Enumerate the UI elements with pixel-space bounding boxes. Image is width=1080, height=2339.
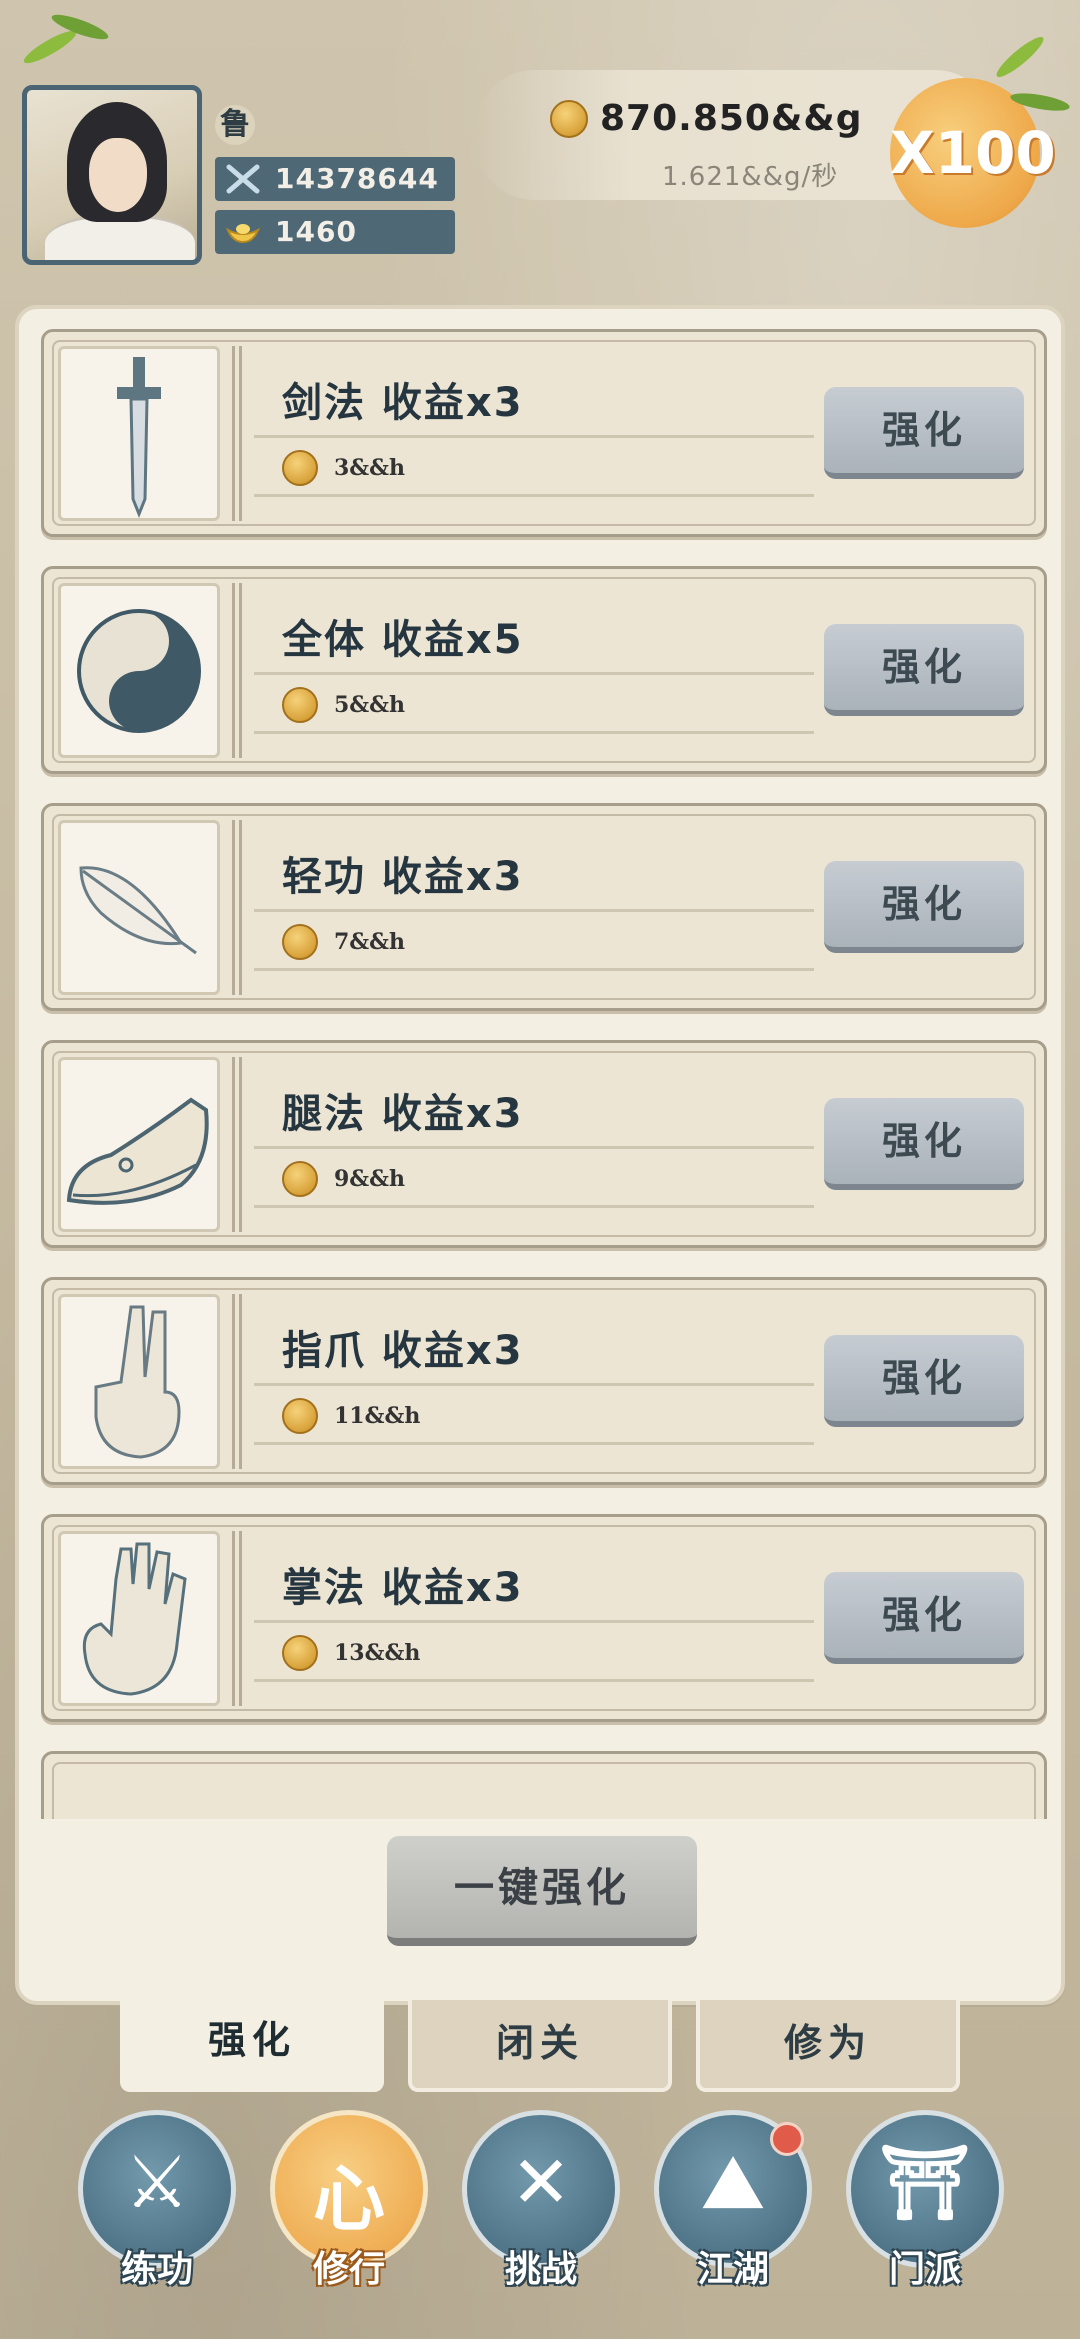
upgrade-button[interactable]: 强化	[824, 861, 1024, 953]
heart-glyph-icon: 心	[312, 2157, 385, 2241]
martial-artist-icon: ⚔	[124, 2140, 190, 2224]
feather-icon	[58, 820, 220, 995]
nav-label: 门派	[888, 2249, 961, 2290]
upgrade-cost: 9&&h	[334, 1166, 406, 1192]
coin-icon	[282, 924, 318, 960]
tab-seclusion[interactable]: 闭关	[408, 2000, 672, 2092]
upgrade-card: 全体 收益x5 5&&h 强化	[41, 566, 1047, 774]
upgrade-title: 腿法 收益x3	[282, 1091, 524, 1137]
upgrade-list[interactable]: 剑法 收益x3 3&&h 强化 全体 收益x5 5&&h 强化 轻功 收益x3 …	[41, 329, 1047, 1819]
avatar-face	[89, 138, 147, 212]
panel-tabs: 强化 闭关 修为	[120, 1990, 960, 2092]
upgrade-card: 腿法 收益x3 9&&h 强化	[41, 1040, 1047, 1248]
bottom-nav: ⚔ 练功 心 修行 ✕ 挑战 ⛰ 江湖 ⛩ 门派	[0, 2110, 1080, 2339]
upgrade-button[interactable]: 强化	[824, 624, 1024, 716]
leaf-decoration	[20, 25, 80, 69]
upgrade-card: 指爪 收益x3 11&&h 强化	[41, 1277, 1047, 1485]
player-avatar[interactable]	[22, 85, 202, 265]
upgrade-button[interactable]: 强化	[824, 387, 1024, 479]
upgrade-title: 全体 收益x5	[282, 617, 524, 663]
power-value: 14378644	[275, 162, 439, 195]
gate-icon: ⛩	[879, 2140, 971, 2224]
notification-badge	[770, 2122, 804, 2156]
header: 鲁 14378644 1460 870.850&&g 1.621&&g/秒 X1…	[0, 0, 1080, 300]
upgrade-card: 掌法 收益x3 13&&h 强化	[41, 1514, 1047, 1722]
nav-item-cultivate[interactable]: 心 修行	[266, 2110, 431, 2310]
upgrade-title: 指爪 收益x3	[282, 1328, 524, 1374]
nav-label: 挑战	[504, 2249, 577, 2290]
upgrade-button[interactable]: 强化	[824, 1098, 1024, 1190]
crossed-swords-icon: ✕	[510, 2140, 572, 2224]
nav-label: 江湖	[696, 2249, 769, 2290]
coin-icon	[282, 450, 318, 486]
coin-icon	[550, 100, 588, 138]
upgrade-button[interactable]: 强化	[824, 1335, 1024, 1427]
one-key-upgrade-button[interactable]: 一键强化	[387, 1836, 697, 1946]
nav-item-sect[interactable]: ⛩ 门派	[842, 2110, 1007, 2310]
upgrade-card: 剑法 收益x3 3&&h 强化	[41, 329, 1047, 537]
upgrade-button[interactable]: 强化	[824, 1572, 1024, 1664]
nav-item-practice[interactable]: ⚔ 练功	[74, 2110, 239, 2310]
avatar-robe	[45, 215, 195, 260]
upgrade-title: 掌法 收益x3	[282, 1565, 524, 1611]
upgrade-cost: 7&&h	[334, 929, 406, 955]
upgrade-cost: 5&&h	[334, 692, 406, 718]
tab-cultivation[interactable]: 修为	[696, 2000, 960, 2092]
upgrade-cost: 3&&h	[334, 455, 406, 481]
coin-icon	[282, 1398, 318, 1434]
upgrade-cost: 13&&h	[334, 1640, 421, 1666]
nav-item-challenge[interactable]: ✕ 挑战	[458, 2110, 623, 2310]
upgrade-card	[41, 1751, 1047, 1819]
upgrade-panel: 剑法 收益x3 3&&h 强化 全体 收益x5 5&&h 强化 轻功 收益x3 …	[15, 305, 1065, 2005]
nav-label: 修行	[312, 2249, 385, 2290]
sword-icon	[58, 346, 220, 521]
palm-icon	[58, 1531, 220, 1706]
coin-rate: 1.621&&g/秒	[662, 162, 839, 192]
tab-upgrade[interactable]: 强化	[120, 1990, 384, 2092]
upgrade-title: 剑法 收益x3	[282, 380, 524, 426]
power-stat: 14378644	[215, 157, 455, 201]
coin-icon	[282, 687, 318, 723]
coin-icon	[282, 1161, 318, 1197]
two-finger-hand-icon	[58, 1294, 220, 1469]
nav-label: 练功	[120, 2249, 193, 2290]
leaf-decoration	[992, 32, 1048, 82]
gold-ingot-icon	[225, 224, 261, 244]
coin-icon	[282, 1635, 318, 1671]
upgrade-cost: 11&&h	[334, 1403, 421, 1429]
player-name: 鲁	[215, 105, 255, 145]
crossed-swords-icon	[226, 164, 260, 194]
ingot-value: 1460	[275, 215, 357, 248]
upgrade-card: 轻功 收益x3 7&&h 强化	[41, 803, 1047, 1011]
yin-yang-icon	[58, 583, 220, 758]
coin-amount: 870.850&&g	[600, 98, 863, 139]
upgrade-title: 轻功 收益x3	[282, 854, 524, 900]
shoe-icon	[58, 1057, 220, 1232]
ingot-stat: 1460	[215, 210, 455, 254]
